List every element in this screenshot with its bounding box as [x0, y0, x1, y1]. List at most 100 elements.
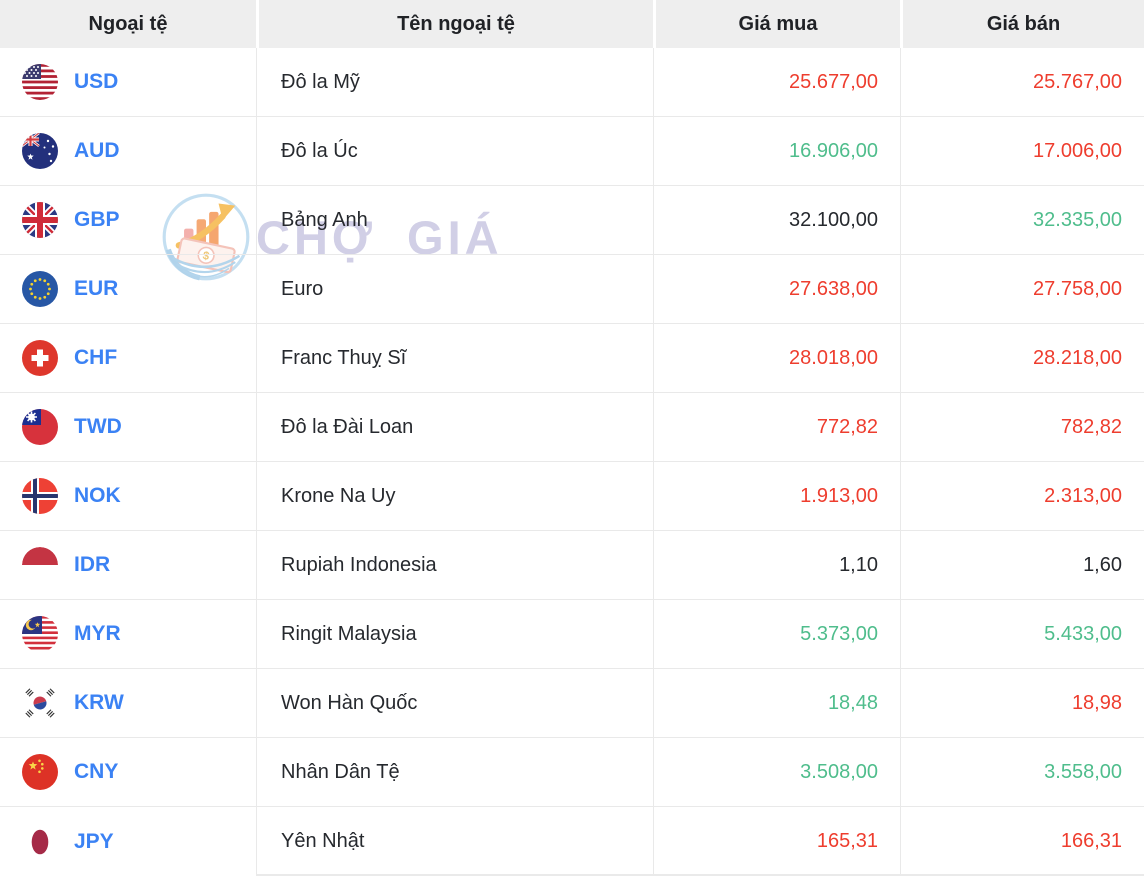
sell-price: 5.433,00: [1044, 622, 1122, 645]
sell-price-cell: 782,82: [900, 393, 1144, 461]
currency-name-cell: Bảng Anh: [256, 186, 653, 254]
currency-code-link[interactable]: AUD: [74, 139, 120, 163]
kr-flag-icon: [22, 685, 58, 721]
currency-code-link[interactable]: EUR: [74, 277, 118, 301]
currency-code-link[interactable]: CHF: [74, 346, 117, 370]
currency-cell: CHF: [0, 324, 256, 392]
currency-cell: TWD: [0, 393, 256, 461]
au-flag-icon: [22, 133, 58, 169]
currency-name-cell: Đô la Mỹ: [256, 48, 653, 116]
column-header-buy-price: Giá mua: [653, 0, 900, 48]
us-flag-icon: [22, 64, 58, 100]
currency-name-cell: Nhân Dân Tệ: [256, 738, 653, 806]
currency-name-cell: Đô la Úc: [256, 117, 653, 185]
currency-code-link[interactable]: GBP: [74, 208, 120, 232]
buy-price: 5.373,00: [800, 622, 878, 645]
id-flag-icon: [22, 547, 58, 583]
sell-price: 27.758,00: [1033, 277, 1122, 300]
sell-price-cell: 28.218,00: [900, 324, 1144, 392]
sell-price: 17.006,00: [1033, 139, 1122, 162]
currency-row: GBP Bảng Anh 32.100,00 32.335,00: [0, 186, 1144, 255]
column-header-currency: Ngoại tệ: [88, 12, 168, 35]
sell-price-cell: 2.313,00: [900, 462, 1144, 530]
sell-price: 782,82: [1060, 415, 1122, 438]
currency-row: EUR Euro 27.638,00 27.758,00: [0, 255, 1144, 324]
ch-flag-icon: [22, 340, 58, 376]
currency-name-cell: Euro: [256, 255, 653, 323]
currency-name: Đô la Mỹ: [281, 70, 360, 93]
buy-price: 18,48: [827, 691, 878, 714]
jp-flag-icon: [22, 823, 58, 860]
buy-price: 165,31: [816, 830, 878, 852]
sell-price: 1,60: [1083, 553, 1122, 576]
column-header-sell-price: Giá bán: [900, 0, 1144, 48]
currency-cell: USD: [0, 48, 256, 116]
eu-flag-icon: [22, 271, 58, 307]
currency-code-link[interactable]: CNY: [74, 760, 118, 784]
currency-row: AUD Đô la Úc 16.906,00 17.006,00: [0, 117, 1144, 186]
buy-price: 772,82: [816, 415, 878, 438]
sell-price-cell: 1,60: [900, 531, 1144, 599]
currency-cell: EUR: [0, 255, 256, 323]
sell-price-cell: 27.758,00: [900, 255, 1144, 323]
currency-name-cell: Krone Na Uy: [256, 462, 653, 530]
currency-cell: AUD: [0, 117, 256, 185]
my-flag-icon: [22, 616, 58, 652]
sell-price: 28.218,00: [1033, 346, 1122, 369]
buy-price-cell: 1,10: [653, 531, 900, 599]
currency-name-cell: Đô la Đài Loan: [256, 393, 653, 461]
buy-price-cell: 3.508,00: [653, 738, 900, 806]
sell-price-cell: 166,31: [900, 807, 1144, 876]
buy-price: 25.677,00: [789, 70, 878, 93]
sell-price: 3.558,00: [1044, 760, 1122, 783]
currency-cell: CNY: [0, 738, 256, 806]
currency-code-link[interactable]: TWD: [74, 415, 122, 439]
currency-name-cell: Yên Nhật: [256, 807, 653, 876]
buy-price-cell: 772,82: [653, 393, 900, 461]
currency-name: Đô la Đài Loan: [281, 415, 414, 438]
currency-row: USD Đô la Mỹ 25.677,00 25.767,00: [0, 48, 1144, 117]
currency-row: KRW Won Hàn Quốc 18,48 18,98: [0, 669, 1144, 738]
currency-name: Krone Na Uy: [281, 484, 396, 507]
currency-cell: GBP: [0, 186, 256, 254]
currency-cell: NOK: [0, 462, 256, 530]
buy-price-cell: 25.677,00: [653, 48, 900, 116]
sell-price-cell: 5.433,00: [900, 600, 1144, 668]
currency-name-cell: Ringit Malaysia: [256, 600, 653, 668]
rates-body: USD Đô la Mỹ 25.677,00 25.767,00 AUD Đô …: [0, 48, 1144, 876]
currency-name: Bảng Anh: [281, 208, 368, 231]
currency-name-cell: Franc Thuỵ Sĩ: [256, 324, 653, 392]
buy-price-cell: 28.018,00: [653, 324, 900, 392]
table-header: Ngoại tệ Tên ngoại tệ Giá mua Giá bán: [0, 0, 1144, 48]
currency-code-link[interactable]: NOK: [74, 484, 121, 508]
sell-price-cell: 32.335,00: [900, 186, 1144, 254]
currency-name-cell: Won Hàn Quốc: [256, 669, 653, 737]
currency-name: Ringit Malaysia: [281, 622, 417, 645]
currency-name: Đô la Úc: [281, 139, 358, 162]
currency-code-link[interactable]: KRW: [74, 691, 124, 715]
sell-price: 32.335,00: [1033, 208, 1122, 231]
column-header-currency-name: Tên ngoại tệ: [256, 0, 653, 48]
currency-name: Euro: [281, 277, 324, 300]
buy-price-cell: 32.100,00: [653, 186, 900, 254]
buy-price: 3.508,00: [800, 760, 878, 783]
buy-price: 28.018,00: [789, 346, 878, 369]
tw-flag-icon: [22, 409, 58, 445]
currency-row: MYR Ringit Malaysia 5.373,00 5.433,00: [0, 600, 1144, 669]
currency-cell: JPY: [0, 807, 256, 876]
currency-code-link[interactable]: IDR: [74, 553, 110, 577]
currency-name: Yên Nhật: [281, 830, 365, 852]
buy-price-cell: 27.638,00: [653, 255, 900, 323]
currency-name: Won Hàn Quốc: [281, 691, 418, 714]
currency-row: CNY Nhân Dân Tệ 3.508,00 3.558,00: [0, 738, 1144, 807]
sell-price-cell: 25.767,00: [900, 48, 1144, 116]
buy-price: 32.100,00: [789, 208, 878, 231]
currency-cell: MYR: [0, 600, 256, 668]
currency-row: TWD Đô la Đài Loan 772,82 782,82: [0, 393, 1144, 462]
currency-row: CHF Franc Thuỵ Sĩ 28.018,00 28.218,00: [0, 324, 1144, 393]
currency-name: Franc Thuỵ Sĩ: [281, 346, 407, 369]
currency-code-link[interactable]: MYR: [74, 622, 121, 646]
sell-price: 25.767,00: [1033, 70, 1122, 93]
currency-code-link[interactable]: USD: [74, 70, 118, 94]
currency-code-link[interactable]: JPY: [74, 830, 114, 854]
